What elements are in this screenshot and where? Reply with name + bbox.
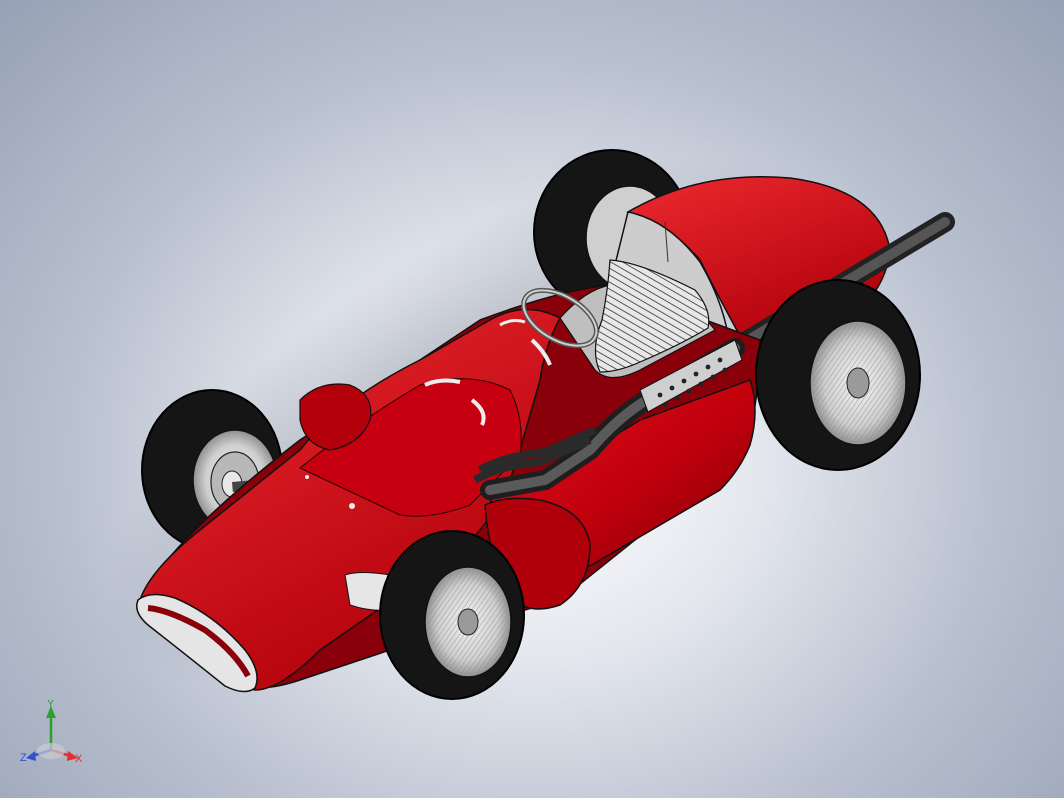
z-axis-label: Z [20,752,27,764]
race-car-model[interactable] [0,0,1064,798]
y-axis-label: Y [47,700,55,710]
x-axis-label: X [75,753,83,765]
rear-right-wheel [755,279,921,471]
axis-orientation-triad: Y X Z [20,700,83,765]
3d-model-viewport[interactable]: Y X Z [0,0,1064,798]
